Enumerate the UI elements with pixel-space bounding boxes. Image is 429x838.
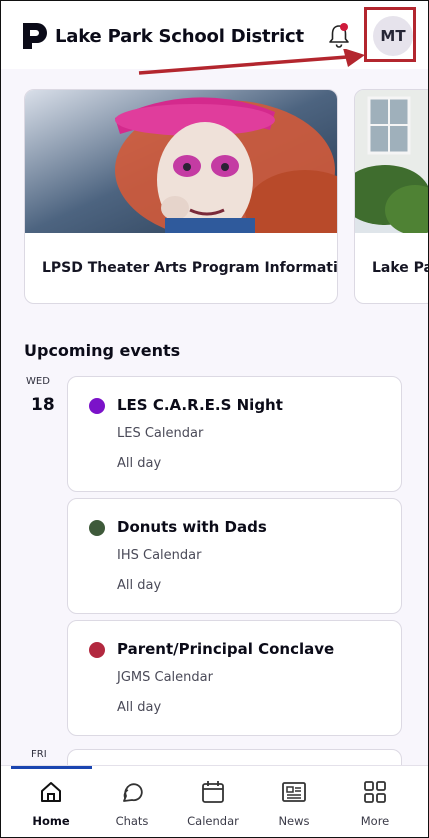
event-calendar: LES Calendar <box>117 426 204 441</box>
calendar-color-dot <box>89 642 105 658</box>
active-tab-indicator <box>11 766 92 769</box>
nav-label: News <box>278 814 310 828</box>
carousel-card-title: LPSD Theater Arts Program Information <box>42 260 338 276</box>
nav-more[interactable]: More <box>335 778 415 828</box>
nav-label: Home <box>32 814 70 828</box>
upcoming-events-heading: Upcoming events <box>24 341 181 360</box>
event-title: Donuts with Dads <box>117 518 267 536</box>
event-card[interactable]: Parent/Principal Conclave JGMS Calendar … <box>67 620 402 736</box>
nav-chats[interactable]: Chats <box>92 778 172 828</box>
bottom-navigation: Home Chats Calendar News More <box>1 765 428 837</box>
calendar-icon <box>202 781 224 803</box>
event-title: Parent/Principal Conclave <box>117 640 335 658</box>
event-calendar: JGMS Calendar <box>117 670 213 685</box>
school-image <box>355 90 428 233</box>
carousel-card-title: Lake Pa <box>372 260 429 276</box>
event-card[interactable]: Donuts with Dads IHS Calendar All day <box>67 498 402 614</box>
news-icon <box>282 782 306 802</box>
event-day-number: 18 <box>31 395 55 415</box>
event-title: LES C.A.R.E.S Night <box>117 396 283 414</box>
nav-calendar[interactable]: Calendar <box>173 778 253 828</box>
home-icon <box>41 782 61 802</box>
app-frame: Lake Park School District MT LPSD Theate… <box>0 0 429 838</box>
chat-icon <box>123 783 143 802</box>
nav-home[interactable]: Home <box>11 778 91 828</box>
callout-arrow <box>138 49 365 75</box>
event-day-of-week: WED <box>26 376 50 387</box>
event-calendar: IHS Calendar <box>117 548 202 563</box>
event-day-of-week: FRI <box>31 749 47 760</box>
notification-badge <box>340 23 348 31</box>
carousel-card-theater[interactable]: LPSD Theater Arts Program Information <box>24 89 338 304</box>
nav-label: Chats <box>115 814 149 828</box>
district-title: Lake Park School District <box>55 26 304 47</box>
nav-label: Calendar <box>187 814 239 828</box>
event-time: All day <box>117 456 162 471</box>
calendar-color-dot <box>89 398 105 414</box>
nav-label: More <box>360 814 390 828</box>
event-time: All day <box>117 700 162 715</box>
avatar-highlight-box <box>364 7 416 62</box>
district-logo-icon <box>23 23 47 49</box>
event-card[interactable]: LES C.A.R.E.S Night LES Calendar All day <box>67 376 402 492</box>
nav-news[interactable]: News <box>254 778 334 828</box>
theater-image <box>25 90 337 233</box>
calendar-color-dot <box>89 520 105 536</box>
grid-icon <box>364 781 386 803</box>
carousel-card-next[interactable]: Lake Pa <box>354 89 429 304</box>
event-time: All day <box>117 578 162 593</box>
